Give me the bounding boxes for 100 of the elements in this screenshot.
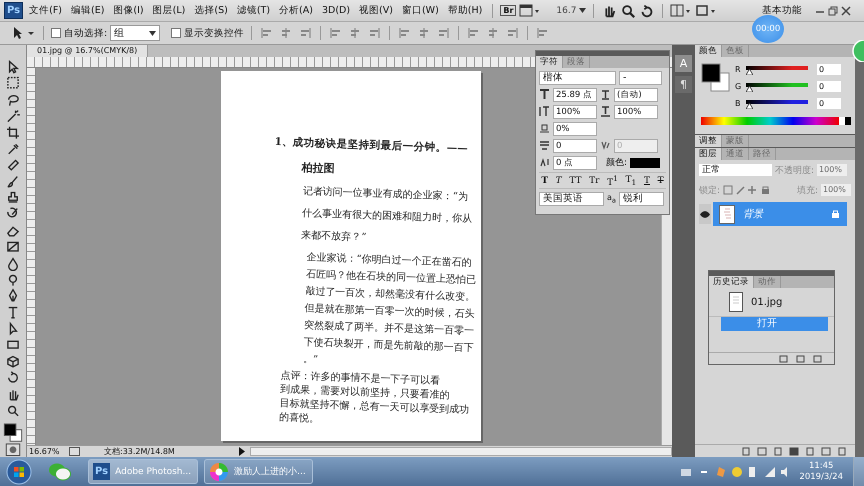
menu-item[interactable]: 图层(L): [150, 4, 188, 17]
wand-icon[interactable]: [5, 108, 21, 124]
menu-item[interactable]: 编辑(E): [68, 4, 108, 17]
visibility-toggle[interactable]: [699, 204, 711, 224]
panel-tab[interactable]: 调整: [695, 135, 722, 147]
checkbox[interactable]: [171, 28, 182, 38]
clock-date[interactable]: 2019/3/24: [799, 472, 843, 482]
opacity-field[interactable]: 100%: [817, 164, 848, 176]
baseline-field[interactable]: 0 点: [553, 156, 597, 170]
text-style-button[interactable]: T: [658, 176, 664, 186]
scrollbar[interactable]: [250, 447, 672, 456]
zoom-level[interactable]: 16.67%: [27, 447, 65, 456]
gradient-icon[interactable]: [5, 239, 21, 254]
lock-options-icon[interactable]: [723, 185, 772, 195]
stamp-icon[interactable]: [5, 190, 21, 206]
slider-thumb[interactable]: [746, 69, 753, 75]
font-size-field[interactable]: 25.89 点: [553, 88, 597, 102]
menu-item[interactable]: 图像(I): [110, 4, 147, 17]
align-icon[interactable]: [367, 27, 382, 39]
document-tab[interactable]: 01.jpg @ 16.7%(CMYK/8): [27, 45, 148, 57]
channel-value-field[interactable]: 0: [817, 64, 841, 74]
align-icon[interactable]: [436, 27, 450, 39]
channel-value-field[interactable]: 0: [817, 80, 841, 92]
rotate-icon[interactable]: [5, 370, 21, 386]
menu-item[interactable]: 3D(D): [318, 5, 354, 16]
zoom-icon[interactable]: [5, 402, 21, 418]
workspace-dropdown[interactable]: 基本功能: [762, 4, 802, 17]
font-style-dropdown[interactable]: -: [619, 70, 662, 84]
cube-icon[interactable]: [5, 354, 21, 370]
drop-icon[interactable]: [5, 256, 21, 271]
slider-thumb[interactable]: [746, 103, 753, 109]
bridge-button[interactable]: Br: [500, 5, 516, 16]
panel-tab[interactable]: 字符: [536, 56, 563, 68]
rotate-icon[interactable]: [639, 2, 656, 18]
text-style-button[interactable]: T: [644, 176, 650, 186]
group-dropdown[interactable]: 组: [110, 25, 160, 41]
dashed-square-icon[interactable]: [5, 75, 21, 91]
menu-item[interactable]: 视图(V): [356, 4, 396, 17]
text-style-button[interactable]: T$_{1}$: [626, 174, 636, 186]
horizontal-scale-field[interactable]: 100%: [614, 104, 658, 118]
layout-icon[interactable]: [519, 4, 542, 18]
slider-thumb[interactable]: [746, 86, 753, 92]
start-button[interactable]: [6, 458, 32, 484]
bandage-icon[interactable]: [5, 157, 21, 173]
blend-mode-dropdown[interactable]: 正常: [699, 164, 772, 176]
fill-label: 填充:: [796, 184, 818, 196]
menu-item[interactable]: 文件(F): [26, 4, 65, 17]
panel-toggle-button[interactable]: ¶: [675, 76, 692, 93]
handwritten-text-line: 1、成功秘诀是坚持到最后一分钟。——: [273, 134, 469, 157]
text-style-button[interactable]: T$^{1}$: [607, 174, 618, 188]
quick-mask-icon[interactable]: [5, 443, 21, 457]
fill-field[interactable]: 100%: [821, 184, 851, 196]
handwritten-text-line: 敲过了一百次，却然毫没有什么改变。: [304, 284, 474, 303]
antialias-dropdown[interactable]: 锐利: [619, 192, 664, 206]
checkbox[interactable]: [51, 28, 61, 38]
menu-item[interactable]: 窗口(W): [398, 4, 442, 17]
taskbar-app-button[interactable]: Ps Adobe Photosh...: [88, 459, 198, 484]
panel-tab[interactable]: 颜色: [695, 45, 722, 57]
tsume-field[interactable]: 0%: [553, 122, 597, 136]
play-icon[interactable]: [238, 447, 246, 456]
tray-icons[interactable]: [679, 464, 790, 478]
baseline-icon: [539, 157, 550, 168]
opacity-label: 不透明度:: [775, 164, 814, 176]
menu-item[interactable]: 分析(A): [276, 4, 316, 17]
language-dropdown[interactable]: 美国英语: [539, 192, 604, 206]
color-swatches-icon[interactable]: [701, 63, 731, 93]
channel-value-field[interactable]: 0: [817, 98, 841, 108]
close-icon[interactable]: [841, 6, 851, 16]
align-icon[interactable]: [298, 27, 312, 39]
caret-icon[interactable]: [149, 30, 156, 36]
handwritten-text-line: 记者访问一位事业有成的企业家：“为: [302, 184, 470, 205]
text-style-button[interactable]: TT: [569, 176, 582, 186]
arrange-icon[interactable]: [670, 4, 692, 18]
color-swatches-icon[interactable]: [3, 423, 23, 442]
panel-tab[interactable]: 图层: [695, 148, 722, 160]
panel-tab[interactable]: 历史记录: [709, 276, 754, 288]
kerning-field[interactable]: 0: [553, 138, 597, 152]
app-logo[interactable]: Ps: [4, 2, 24, 19]
text-style-button[interactable]: T: [541, 176, 548, 186]
snapshot-name[interactable]: 01.jpg: [751, 296, 782, 308]
search-icon[interactable]: [620, 2, 636, 18]
screen-mode-icon[interactable]: [695, 4, 718, 18]
text-style-button[interactable]: T: [556, 176, 562, 186]
align-icon[interactable]: [505, 27, 520, 39]
zoom-dropdown[interactable]: 16.7: [556, 6, 576, 16]
chat-bubbles-icon[interactable]: [48, 462, 72, 482]
menu-item[interactable]: 选择(S): [191, 4, 231, 17]
antialias-label: a$_{a}$: [607, 192, 616, 204]
checkbox-label: 自动选择:: [64, 26, 108, 40]
color-spectrum[interactable]: [701, 117, 851, 125]
text-style-button[interactable]: Tr: [589, 176, 600, 186]
leading-field[interactable]: (自动): [614, 88, 658, 102]
vertical-scale-field[interactable]: 100%: [553, 104, 597, 118]
menu-item[interactable]: 帮助(H): [444, 4, 486, 17]
crop-icon[interactable]: [5, 124, 21, 140]
font-family-dropdown[interactable]: 楷体: [539, 70, 616, 84]
text-color-swatch[interactable]: [630, 158, 660, 168]
restore-icon[interactable]: [828, 6, 838, 16]
menu-item[interactable]: 滤镜(T): [234, 4, 274, 17]
layer-thumbnail: [719, 204, 735, 224]
